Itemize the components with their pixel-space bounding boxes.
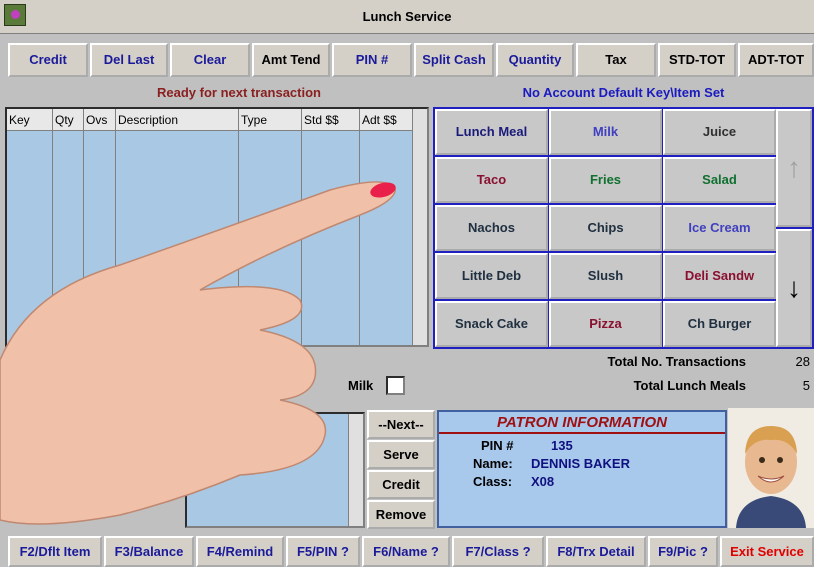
keypad-item-milk[interactable]: Milk xyxy=(549,109,662,155)
f9-pic-button[interactable]: F9/Pic ? xyxy=(648,536,718,567)
clear-button[interactable]: Clear xyxy=(170,43,250,77)
window-title: Lunch Service xyxy=(362,9,452,24)
keyset-status: No Account Default Key\Item Set xyxy=(522,85,725,100)
f2-default-item-button[interactable]: F2/Dflt Item xyxy=(8,536,102,567)
keypad-item-nachos[interactable]: Nachos xyxy=(435,205,548,251)
keypad-item-ch-burger[interactable]: Ch Burger xyxy=(663,301,776,347)
name-value: DENNIS BAKER xyxy=(531,456,630,471)
col-description: Description xyxy=(116,109,239,131)
keypad-item-slush[interactable]: Slush xyxy=(549,253,662,299)
scroll-down-button[interactable]: ↓ xyxy=(776,229,812,347)
f4-remind-button[interactable]: F4/Remind xyxy=(196,536,284,567)
keypad-item-juice[interactable]: Juice xyxy=(663,109,776,155)
pin-button[interactable]: PIN # xyxy=(332,43,412,77)
total-transactions-label: Total No. Transactions xyxy=(607,354,746,369)
pointing-hand-image xyxy=(0,170,420,530)
f8-trx-detail-button[interactable]: F8/Trx Detail xyxy=(546,536,646,567)
grid-header: Key Qty Ovs Description Type Std $$ Adt … xyxy=(7,109,416,131)
status-message: Ready for next transaction xyxy=(157,85,321,100)
std-tot-button[interactable]: STD-TOT xyxy=(658,43,736,77)
amt-tend-button[interactable]: Amt Tend xyxy=(252,43,330,77)
split-cash-button[interactable]: Split Cash xyxy=(414,43,494,77)
arrow-down-icon: ↓ xyxy=(787,272,801,303)
keypad-item-pizza[interactable]: Pizza xyxy=(549,301,662,347)
col-key: Key xyxy=(7,109,53,131)
tax-button[interactable]: Tax xyxy=(576,43,656,77)
keypad-item-lunch-meal[interactable]: Lunch Meal xyxy=(435,109,548,155)
name-label: Name: xyxy=(473,456,513,471)
col-adt: Adt $$ xyxy=(360,109,416,131)
pin-label: PIN # xyxy=(481,438,514,453)
scroll-up-button[interactable]: ↑ xyxy=(776,109,812,227)
pin-value: 135 xyxy=(551,438,573,453)
keypad-item-snack-cake[interactable]: Snack Cake xyxy=(435,301,548,347)
f6-name-button[interactable]: F6/Name ? xyxy=(362,536,450,567)
f5-pin-button[interactable]: F5/PIN ? xyxy=(286,536,360,567)
col-type: Type xyxy=(239,109,302,131)
arrow-up-icon: ↑ xyxy=(787,152,801,183)
f7-class-button[interactable]: F7/Class ? xyxy=(452,536,544,567)
adt-tot-button[interactable]: ADT-TOT xyxy=(738,43,814,77)
exit-service-button[interactable]: Exit Service xyxy=(720,536,814,567)
del-last-button[interactable]: Del Last xyxy=(90,43,168,77)
credit-button[interactable]: Credit xyxy=(8,43,88,77)
col-ovs: Ovs xyxy=(84,109,116,131)
keypad-item-ice-cream[interactable]: Ice Cream xyxy=(663,205,776,251)
class-value: X08 xyxy=(531,474,555,489)
keypad-item-salad[interactable]: Salad xyxy=(663,157,776,203)
keypad-item-deli-sandw[interactable]: Deli Sandw xyxy=(663,253,776,299)
item-keypad: Lunch Meal Milk Juice Taco Fries Salad Nachos C… xyxy=(433,107,814,349)
col-std: Std $$ xyxy=(302,109,360,131)
class-label: Class: xyxy=(473,474,513,489)
patron-info-panel: PATRON INFORMATION PIN # 135 Name: DENNI… xyxy=(437,410,727,528)
total-transactions-value: 28 xyxy=(795,354,810,369)
total-lunch-meals-label: Total Lunch Meals xyxy=(633,378,746,393)
f3-balance-button[interactable]: F3/Balance xyxy=(104,536,194,567)
keypad-item-fries[interactable]: Fries xyxy=(549,157,662,203)
keypad-item-taco[interactable]: Taco xyxy=(435,157,548,203)
col-qty: Qty xyxy=(53,109,84,131)
keypad-item-little-deb[interactable]: Little Deb xyxy=(435,253,548,299)
total-lunch-meals-value: 5 xyxy=(802,378,810,393)
quantity-button[interactable]: Quantity xyxy=(496,43,574,77)
patron-title: PATRON INFORMATION xyxy=(439,412,725,434)
keypad-item-chips[interactable]: Chips xyxy=(549,205,662,251)
patron-photo xyxy=(728,408,814,528)
